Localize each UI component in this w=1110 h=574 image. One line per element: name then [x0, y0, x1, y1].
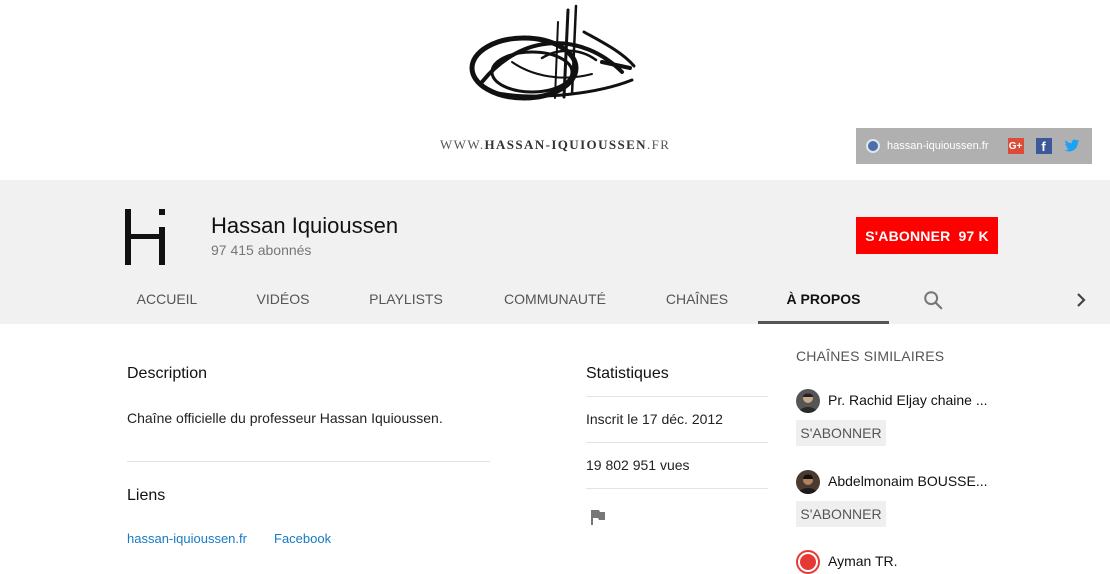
view-count: 19 802 951 vues [586, 457, 690, 473]
channel-avatar[interactable] [122, 207, 182, 267]
channel-banner: WWW.HASSAN-IQUIOUSSEN.FR hassan-iquiouss… [0, 0, 1110, 180]
related-channel-avatar[interactable] [796, 470, 820, 494]
banner-url-text: WWW.HASSAN-IQUIOUSSEN.FR [440, 137, 671, 152]
stats-heading: Statistiques [586, 365, 669, 382]
description-text: Chaîne officielle du professeur Hassan I… [127, 410, 443, 426]
tab-accueil[interactable]: ACCUEIL [125, 280, 209, 324]
related-channel-name[interactable]: Abdelmonaim BOUSSE... [828, 473, 988, 489]
channel-name: Hassan Iquioussen [211, 213, 399, 238]
globe-icon [866, 139, 880, 153]
tab-a-propos[interactable]: À PROPOS [758, 280, 889, 324]
related-channel-name[interactable]: Pr. Rachid Eljay chaine ... [828, 392, 988, 408]
stats-divider [586, 442, 768, 443]
facebook-icon[interactable]: f [1035, 138, 1052, 154]
tab-chaines[interactable]: CHAÎNES [652, 280, 742, 324]
flag-icon[interactable] [589, 508, 607, 526]
related-channel-avatar[interactable] [796, 389, 820, 413]
channel-tabs: ACCUEIL VIDÉOS PLAYLISTS COMMUNAUTÉ CHAÎ… [0, 280, 1110, 324]
related-channels-title: CHAÎNES SIMILAIRES [796, 348, 945, 364]
banner-links-bar: hassan-iquioussen.fr G+ f [856, 128, 1092, 164]
related-channel-avatar[interactable] [796, 550, 820, 574]
chevron-right-icon[interactable] [1071, 290, 1091, 310]
calligraphy-logo [469, 4, 636, 101]
links-heading: Liens [127, 487, 166, 504]
tab-playlists[interactable]: PLAYLISTS [356, 280, 456, 324]
description-divider [127, 461, 490, 462]
subscribe-button[interactable]: S'ABONNER 97 K [856, 217, 998, 254]
stats-divider [586, 396, 768, 397]
twitter-icon[interactable] [1064, 138, 1080, 154]
related-subscribe-button[interactable]: S'ABONNER [796, 501, 886, 527]
subscriber-count: 97 415 abonnés [211, 242, 312, 258]
tab-communaute[interactable]: COMMUNAUTÉ [493, 280, 617, 324]
description-heading: Description [127, 365, 208, 382]
joined-date: Inscrit le 17 déc. 2012 [586, 411, 723, 427]
subscribe-label: S'ABONNER [865, 227, 951, 244]
related-subscribe-button[interactable]: S'ABONNER [796, 420, 886, 446]
channel-header: Hassan Iquioussen 97 415 abonnés S'ABONN… [0, 180, 1110, 324]
tab-videos[interactable]: VIDÉOS [243, 280, 323, 324]
stats-divider [586, 488, 768, 489]
google-plus-icon[interactable]: G+ [1007, 138, 1024, 154]
link-website[interactable]: hassan-iquioussen.fr [127, 531, 247, 546]
channel-avatar-logo [125, 209, 165, 265]
banner-site-link[interactable]: hassan-iquioussen.fr [887, 140, 989, 152]
search-icon[interactable] [922, 289, 944, 311]
related-channel-name[interactable]: Ayman TR. [828, 553, 988, 569]
link-facebook[interactable]: Facebook [274, 531, 331, 546]
subscribe-count: 97 K [958, 227, 989, 244]
